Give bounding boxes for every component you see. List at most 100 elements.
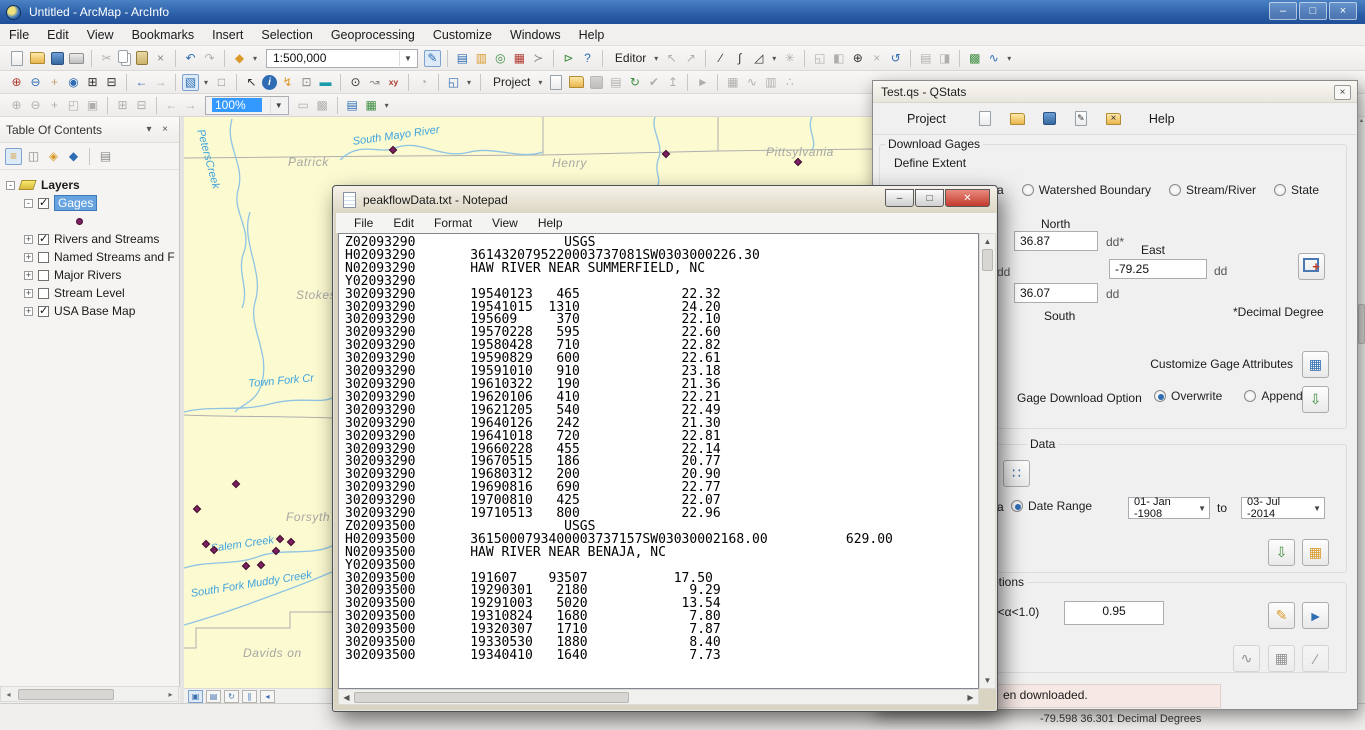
data-view-icon[interactable]: ▣ <box>188 690 203 703</box>
print-icon[interactable] <box>69 53 84 64</box>
whats-this-icon[interactable]: ? <box>579 50 596 67</box>
data-driven-pages-icon[interactable]: ▦ <box>363 97 380 114</box>
forward-page-icon[interactable]: → <box>182 97 199 114</box>
menu-bookmarks[interactable]: Bookmarks <box>123 28 204 42</box>
layer-label[interactable]: Major Rivers <box>54 268 121 282</box>
arctoolbox-icon[interactable]: ▦ <box>511 50 528 67</box>
page-zoom-out-icon[interactable]: ⊖ <box>27 97 44 114</box>
notepad-horizontal-scrollbar[interactable]: ◀ ▶ <box>338 689 979 705</box>
toc-item-usa-base-map[interactable]: + USA Base Map <box>0 302 179 320</box>
project-save-icon[interactable] <box>590 76 603 89</box>
radio-drawn-area[interactable]: a <box>997 183 1004 197</box>
layer-checkbox[interactable] <box>38 270 49 281</box>
toc-horizontal-scrollbar[interactable]: ◂ ▸ <box>0 686 179 702</box>
toc-item-gages[interactable]: - Gages <box>0 194 179 212</box>
zoom-out-icon[interactable]: ⊖ <box>27 74 44 91</box>
tree-expander[interactable]: + <box>24 271 33 280</box>
radio-stream-river[interactable]: Stream/River <box>1169 183 1256 197</box>
add-data-dropdown-icon[interactable]: ▾ <box>250 50 260 67</box>
tools-overflow-icon[interactable]: ▾ <box>464 74 474 91</box>
cut-polygons-icon[interactable]: ⊕ <box>849 50 866 67</box>
qstats-new-project-icon[interactable] <box>979 111 991 126</box>
clear-selection-icon[interactable]: □ <box>213 74 230 91</box>
layer-label[interactable]: Rivers and Streams <box>54 232 159 246</box>
tree-expander[interactable]: + <box>24 253 33 262</box>
page-pan-icon[interactable]: + <box>46 97 63 114</box>
measure-icon[interactable]: ▬ <box>317 74 334 91</box>
project-menu[interactable]: Project <box>493 75 530 89</box>
find-route-icon[interactable]: ↝ <box>366 74 383 91</box>
date-to-combobox[interactable]: 03- Jul -2014▼ <box>1241 497 1325 519</box>
toolbar-overflow-icon[interactable]: ▾ <box>1004 50 1014 67</box>
minimize-button[interactable]: – <box>1269 2 1297 20</box>
endpoint-arc-icon[interactable]: ∫ <box>731 50 748 67</box>
scroll-down-icon[interactable]: ▼ <box>980 676 995 685</box>
close-button[interactable]: × <box>1329 2 1357 20</box>
menu-help[interactable]: Help <box>570 28 614 42</box>
project-export-icon[interactable]: ↥ <box>664 74 681 91</box>
frequency-curve-button[interactable]: ∿ <box>1233 645 1260 672</box>
toc-options-icon[interactable]: ▤ <box>97 148 114 165</box>
editor-menu[interactable]: Editor <box>615 51 646 65</box>
menu-view[interactable]: View <box>78 28 123 42</box>
notepad-maximize-button[interactable]: □ <box>915 189 944 207</box>
toc-item-layers[interactable]: - Layers <box>0 176 179 194</box>
back-extent-icon[interactable]: ← <box>133 74 150 91</box>
copy-icon[interactable] <box>118 50 128 63</box>
notepad-menu-file[interactable]: File <box>344 216 383 230</box>
radio-circle-icon[interactable] <box>1154 390 1166 402</box>
menu-edit[interactable]: Edit <box>38 28 78 42</box>
add-data-icon[interactable]: ◆ <box>231 50 248 67</box>
menu-customize[interactable]: Customize <box>424 28 501 42</box>
toc-item-stream-level[interactable]: + Stream Level <box>0 284 179 302</box>
notepad-menu-help[interactable]: Help <box>528 216 573 230</box>
project-scatter-icon[interactable]: ∴ <box>781 74 798 91</box>
draw-extent-button[interactable]: + <box>1298 253 1325 280</box>
layer-label[interactable]: Gages <box>54 195 97 211</box>
tree-expander[interactable]: - <box>6 181 15 190</box>
page-zoom-in-icon[interactable]: ⊕ <box>8 97 25 114</box>
scroll-right-icon[interactable]: ▶ <box>963 693 978 702</box>
go-to-xy-icon[interactable]: xy <box>385 74 402 91</box>
notepad-close-button[interactable]: ✕ <box>945 189 990 207</box>
scroll-thumb[interactable] <box>982 249 993 271</box>
layer-label[interactable]: USA Base Map <box>54 304 135 318</box>
output-plot-button[interactable]: ∕ <box>1302 645 1329 672</box>
zoom-100-icon[interactable]: ▣ <box>84 97 101 114</box>
notepad-menu-format[interactable]: Format <box>424 216 482 230</box>
select-dropdown-icon[interactable]: ▾ <box>201 74 211 91</box>
toggle-draft-mode-icon[interactable]: ▭ <box>295 97 312 114</box>
layer-checkbox[interactable] <box>38 234 49 245</box>
layout-view-icon[interactable]: ▤ <box>206 690 221 703</box>
back-page-icon[interactable]: ← <box>163 97 180 114</box>
list-by-source-icon[interactable]: ◫ <box>25 148 42 165</box>
project-table-icon[interactable]: ▦ <box>724 74 741 91</box>
project-columns-icon[interactable]: ▥ <box>762 74 779 91</box>
scroll-left-icon[interactable]: ◂ <box>1 690 16 699</box>
scroll-thumb[interactable] <box>1358 304 1365 344</box>
search-window-icon[interactable]: ◎ <box>492 50 509 67</box>
tree-expander[interactable]: + <box>24 235 33 244</box>
split-icon[interactable]: × <box>868 50 885 67</box>
scroll-thumb[interactable] <box>18 689 114 700</box>
identify-icon[interactable]: i <box>262 75 277 90</box>
menu-windows[interactable]: Windows <box>501 28 570 42</box>
straight-segment-icon[interactable]: ∕ <box>712 50 729 67</box>
toc-window-icon[interactable]: ▤ <box>454 50 471 67</box>
radio-state[interactable]: State <box>1274 183 1319 197</box>
qstats-help-menu[interactable]: Help <box>1149 112 1175 126</box>
redo-icon[interactable]: ↷ <box>201 50 218 67</box>
find-icon[interactable]: ⊙ <box>347 74 364 91</box>
arcgis-online-icon[interactable]: ∿ <box>985 50 1002 67</box>
project-refresh-icon[interactable]: ↻ <box>626 74 643 91</box>
project-new-icon[interactable] <box>550 75 562 90</box>
zoom-in-icon[interactable]: ⊕ <box>8 74 25 91</box>
tree-expander[interactable]: - <box>24 199 33 208</box>
layer-label[interactable]: Stream Level <box>54 286 125 300</box>
qstats-title-bar[interactable]: Test.qs - QStats <box>873 81 1357 103</box>
viewer-window-icon[interactable]: ◱ <box>445 74 462 91</box>
basemap-icon[interactable]: ▩ <box>966 50 983 67</box>
project-dropdown-icon[interactable]: ▾ <box>535 74 545 91</box>
edit-sketch-icon[interactable]: ✎ <box>424 50 441 67</box>
map-scale-combobox[interactable]: 1:500,000 ▼ <box>266 49 418 68</box>
